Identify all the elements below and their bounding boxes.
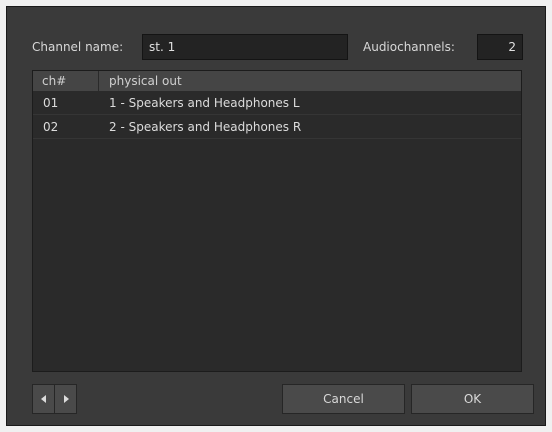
row-channel-number: 02 (43, 120, 59, 134)
column-header-ch[interactable]: ch# (42, 71, 66, 91)
previous-button[interactable] (32, 384, 55, 414)
column-header-physical-out[interactable]: physical out (109, 71, 182, 91)
row-physical-out: 2 - Speakers and Headphones R (109, 120, 302, 134)
channel-name-label: Channel name: (32, 40, 124, 54)
column-divider (98, 71, 99, 91)
triangle-left-icon (41, 395, 46, 403)
next-button[interactable] (54, 384, 77, 414)
cancel-button[interactable]: Cancel (282, 384, 405, 414)
ok-button[interactable]: OK (411, 384, 534, 414)
channel-name-input[interactable]: st. 1 (142, 34, 348, 60)
audiochannels-label: Audiochannels: (363, 40, 455, 54)
audiochannels-input[interactable]: 2 (477, 34, 523, 60)
table-row[interactable]: 02 2 - Speakers and Headphones R (33, 115, 521, 139)
row-channel-number: 01 (43, 96, 59, 110)
row-physical-out: 1 - Speakers and Headphones L (109, 96, 300, 110)
table-header: ch# physical out (33, 71, 521, 91)
triangle-right-icon (64, 395, 69, 403)
channel-mapping-table: ch# physical out 01 1 - Speakers and Hea… (32, 70, 522, 372)
table-row[interactable]: 01 1 - Speakers and Headphones L (33, 91, 521, 115)
audio-channel-dialog: Channel name: st. 1 Audiochannels: 2 ch#… (6, 6, 546, 426)
